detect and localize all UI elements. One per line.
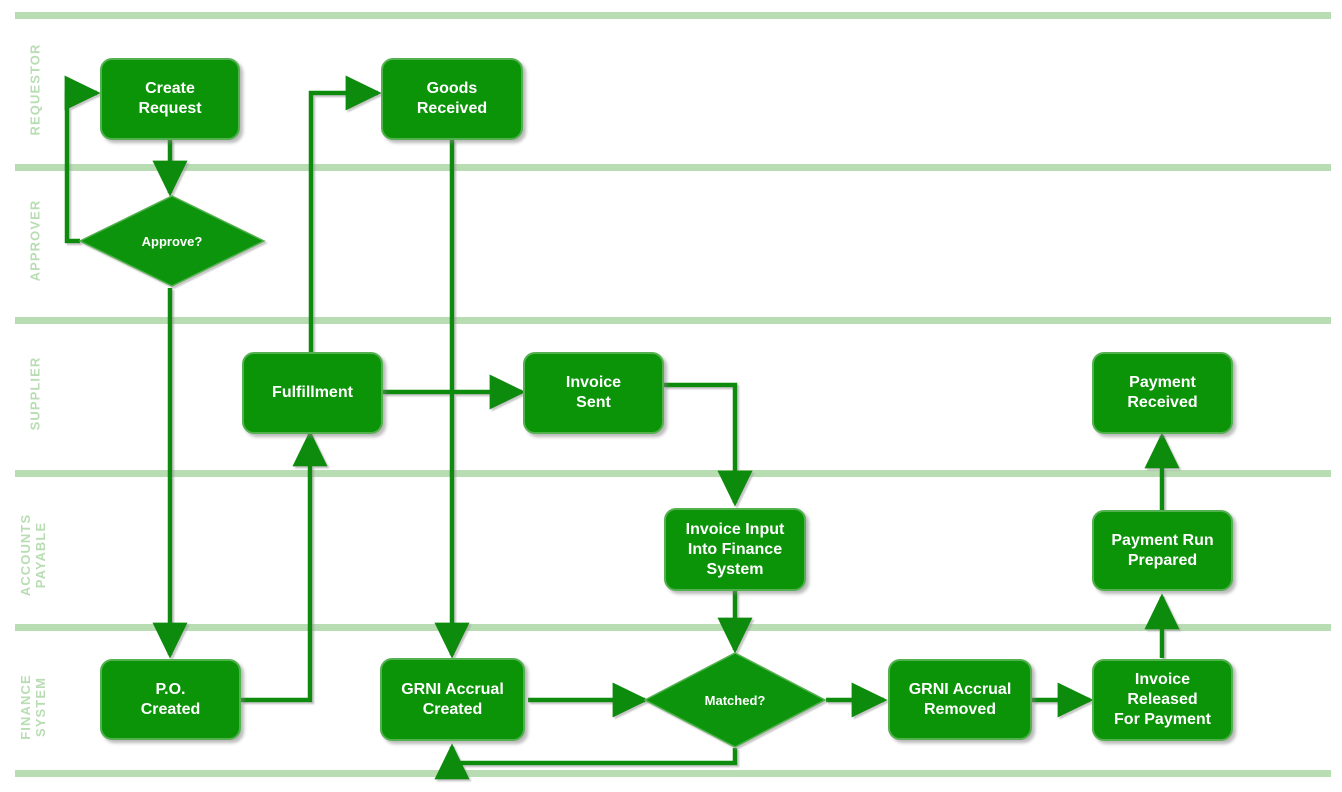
node-grni-accrual-removed[interactable]: GRNI Accrual Removed — [888, 659, 1032, 740]
edge-invoice-sent-to-invoice-input — [664, 382, 753, 507]
edge-fulfillment-to-goods-received — [308, 75, 382, 353]
node-invoice-sent[interactable]: Invoice Sent — [523, 352, 664, 434]
node-invoice-input[interactable]: Invoice Input Into Finance System — [664, 508, 806, 591]
lane-label-requestor: REQUESTOR — [27, 43, 43, 136]
flowchart-canvas: REQUESTOR APPROVER SUPPLIER ACCOUNTS PAY… — [0, 0, 1342, 792]
node-invoice-released[interactable]: Invoice Released For Payment — [1092, 659, 1233, 741]
node-matched[interactable]: Matched? — [643, 652, 827, 748]
lane-label-approver: APPROVER — [27, 199, 43, 282]
node-approve[interactable]: Approve? — [78, 195, 266, 287]
lane-label-finance-system: FINANCE SYSTEM — [18, 674, 48, 740]
edge-matched-no-to-grni-accrual-created — [434, 743, 738, 780]
lane-divider-supplier-ap — [15, 470, 1331, 477]
node-payment-received[interactable]: Payment Received — [1092, 352, 1233, 434]
node-goods-received[interactable]: Goods Received — [381, 58, 523, 140]
node-create-request[interactable]: Create Request — [100, 58, 240, 140]
lane-label-supplier: SUPPLIER — [27, 356, 43, 431]
lane-divider-ap-finance — [15, 624, 1331, 631]
lane-divider-requestor-approver — [15, 164, 1331, 171]
lane-divider-bottom — [15, 770, 1331, 777]
lane-label-accounts-payable: ACCOUNTS PAYABLE — [18, 513, 48, 597]
node-po-created[interactable]: P.O. Created — [100, 659, 241, 740]
node-fulfillment[interactable]: Fulfillment — [242, 352, 383, 434]
node-grni-accrual-created[interactable]: GRNI Accrual Created — [380, 658, 525, 741]
lane-divider-approver-supplier — [15, 317, 1331, 324]
lane-divider-top — [15, 12, 1331, 19]
node-payment-run-prepared[interactable]: Payment Run Prepared — [1092, 510, 1233, 591]
